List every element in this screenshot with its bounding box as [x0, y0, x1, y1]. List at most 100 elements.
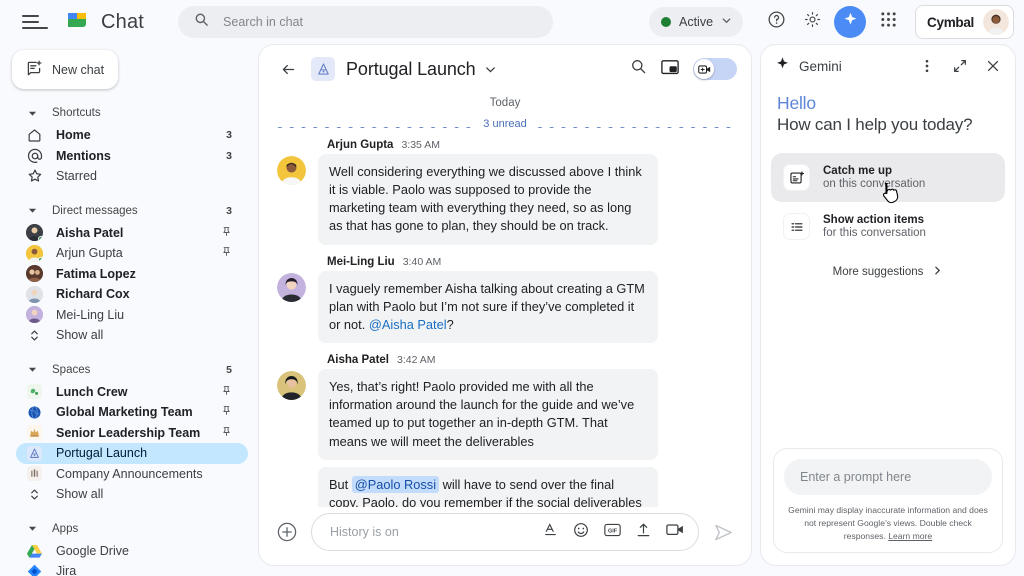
gemini-toggle-button[interactable]	[834, 6, 866, 38]
google-apps-button[interactable]	[871, 5, 905, 39]
sidebar-item-fatima-lopez[interactable]: Fatima Lopez	[0, 264, 248, 285]
message-bubble: I vaguely remember Aisha talking about c…	[318, 271, 658, 343]
section-header-spaces[interactable]: Spaces 5	[0, 358, 258, 382]
help-button[interactable]	[759, 5, 793, 39]
chevron-down-icon[interactable]	[484, 63, 497, 76]
message-time: 3:42 AM	[397, 354, 436, 366]
plus-circle-icon[interactable]	[275, 520, 299, 544]
settings-button[interactable]	[795, 5, 829, 39]
section-header-shortcuts[interactable]: Shortcuts	[0, 101, 258, 125]
message: Arjun Gupta 3:35 AM Well considering eve…	[277, 139, 733, 256]
sidebar-section-spaces: Spaces 5 Lunch Crew Global	[0, 358, 258, 505]
avatar[interactable]	[983, 9, 1009, 35]
sidebar-item-mentions[interactable]: Mentions 3	[0, 146, 248, 167]
sidebar-item-google-drive[interactable]: Google Drive	[0, 541, 248, 562]
sidebar-item-richard-cox[interactable]: Richard Cox	[0, 284, 248, 305]
account-chip[interactable]: Cymbal	[915, 5, 1014, 39]
section-label: Spaces	[52, 364, 226, 376]
message-input[interactable]	[330, 525, 543, 539]
sidebar-item-label: Portugal Launch	[56, 446, 248, 460]
pin-icon[interactable]	[221, 403, 248, 421]
hamburger-menu-icon[interactable]	[22, 9, 48, 35]
top-bar-actions: Active	[649, 5, 1024, 39]
send-icon[interactable]	[711, 520, 735, 544]
sidebar-item-label: Fatima Lopez	[56, 267, 248, 281]
emoji-icon[interactable]	[573, 522, 589, 543]
more-suggestions-button[interactable]: More suggestions	[771, 251, 1005, 279]
pin-icon[interactable]	[221, 224, 248, 242]
new-chat-icon	[26, 59, 43, 81]
search-bar[interactable]	[178, 6, 553, 38]
mention-paolo-rossi[interactable]: @Paolo Rossi	[352, 476, 439, 493]
message-time: 3:35 AM	[401, 139, 440, 151]
gemini-panel-header: Gemini	[761, 45, 1015, 87]
section-header-direct-messages[interactable]: Direct messages 3	[0, 199, 258, 223]
sidebar-item-starred[interactable]: Starred	[0, 166, 248, 187]
sidebar-item-label: Starred	[56, 169, 248, 183]
sidebar-item-portugal-launch[interactable]: Portugal Launch	[16, 443, 248, 464]
message-author: Aisha Patel	[327, 354, 389, 366]
gemini-prompt-wrapper[interactable]	[784, 459, 992, 495]
sidebar-item-label: Arjun Gupta	[56, 246, 221, 260]
google-chat-app: Chat Active	[0, 0, 1024, 576]
gif-icon[interactable]: GIF	[604, 523, 621, 542]
new-chat-button[interactable]: New chat	[12, 50, 118, 89]
pin-icon[interactable]	[221, 424, 248, 442]
search-input[interactable]	[223, 15, 537, 29]
gemini-sparkle-icon	[842, 11, 859, 33]
gemini-greeting: Hello How can I help you today?	[761, 87, 1015, 135]
gemini-title: Gemini	[799, 59, 906, 74]
gemini-prompt-input[interactable]	[800, 470, 976, 484]
back-arrow-icon[interactable]	[275, 56, 301, 82]
sidebar-item-label: Lunch Crew	[56, 385, 221, 399]
learn-more-link[interactable]: Learn more	[888, 531, 932, 541]
sidebar-item-aisha-patel[interactable]: Aisha Patel	[0, 223, 248, 244]
suggestion-show-action-items[interactable]: Show action items for this conversation	[771, 202, 1005, 251]
caret-down-icon	[26, 365, 38, 374]
sidebar-item-company-announcements[interactable]: Company Announcements	[0, 464, 248, 485]
chevron-down-icon	[721, 13, 732, 31]
avatar	[277, 156, 306, 185]
top-app-bar: Chat Active	[0, 0, 1024, 44]
star-icon	[26, 168, 43, 185]
sidebar-item-label: Mentions	[56, 149, 226, 163]
video-meeting-toggle[interactable]	[693, 58, 737, 80]
conversation-panel: Portugal Launch	[258, 44, 752, 566]
globe-space-icon	[26, 404, 43, 421]
pin-icon[interactable]	[221, 244, 248, 262]
section-header-apps[interactable]: Apps	[0, 517, 258, 541]
expand-diagonal-icon[interactable]	[948, 54, 972, 78]
text-format-icon[interactable]	[543, 522, 558, 542]
message-text: But	[329, 477, 352, 492]
apps-grid-icon	[880, 11, 897, 33]
sidebar-item-global-marketing-team[interactable]: Global Marketing Team	[0, 402, 248, 423]
sidebar-item-jira[interactable]: Jira	[0, 561, 248, 576]
status-selector[interactable]: Active	[649, 7, 743, 37]
video-icon[interactable]	[666, 523, 684, 541]
suggestion-subtitle: for this conversation	[823, 227, 926, 239]
jira-icon	[26, 563, 43, 576]
sidebar-item-mei-ling-liu[interactable]: Mei-Ling Liu	[0, 305, 248, 326]
sidebar-item-lunch-crew[interactable]: Lunch Crew	[0, 382, 248, 403]
sidebar-item-show-all-dms[interactable]: Show all	[0, 325, 248, 346]
message-composer: GIF	[259, 507, 751, 565]
sidebar-item-show-all-spaces[interactable]: Show all	[0, 484, 248, 505]
suggestion-catch-me-up[interactable]: Catch me up on this conversation	[771, 153, 1005, 202]
brand-name: Cymbal	[927, 15, 974, 30]
message-input-wrapper[interactable]: GIF	[311, 513, 699, 551]
close-icon[interactable]	[981, 54, 1005, 78]
sidebar-item-home[interactable]: Home 3	[0, 125, 248, 146]
sidebar-item-arjun-gupta[interactable]: Arjun Gupta	[0, 243, 248, 264]
sidebar-item-senior-leadership-team[interactable]: Senior Leadership Team	[0, 423, 248, 444]
more-vertical-icon[interactable]	[915, 54, 939, 78]
pin-icon[interactable]	[221, 383, 248, 401]
mention-aisha-patel[interactable]: @Aisha Patel	[369, 317, 447, 332]
gemini-disclaimer: Gemini may display inaccurate informatio…	[784, 495, 992, 543]
picture-in-picture-icon[interactable]	[661, 59, 679, 80]
upload-icon[interactable]	[636, 522, 651, 543]
suggestion-subtitle: on this conversation	[823, 178, 925, 190]
conversation-header: Portugal Launch	[259, 45, 751, 93]
conversation-title: Portugal Launch	[346, 59, 476, 80]
announcements-space-icon	[26, 465, 43, 482]
search-icon[interactable]	[630, 58, 647, 80]
